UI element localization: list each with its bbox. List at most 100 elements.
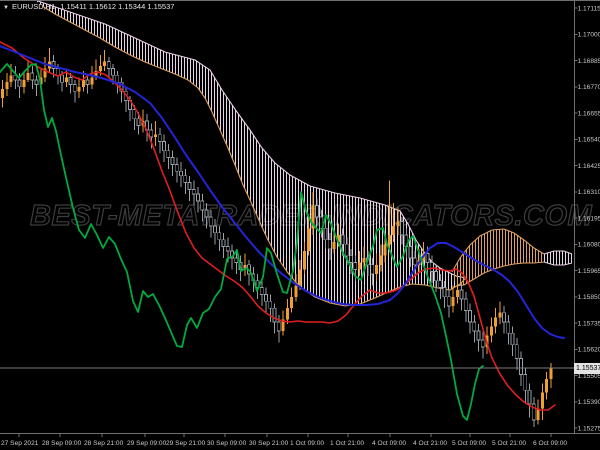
candle-bear [187,182,192,190]
candle-bear [514,344,519,359]
candle-bear [349,255,353,263]
candle-bull [98,66,102,71]
price-axis-label: 1.15275 [578,425,600,432]
candle-bear [344,243,349,257]
candle-bear [353,262,358,270]
candle-bear [115,74,120,83]
candle-bear [85,79,90,85]
candle-bear [217,232,222,241]
candle-bear [459,289,464,300]
candle-bear [480,339,485,348]
candle-bear [149,129,154,138]
candle-bull [498,312,502,318]
candle-bear [523,373,528,391]
candle-bull [549,368,553,379]
candle-bear [68,77,73,85]
time-axis-label: 6 Oct 09:00 [533,440,567,447]
candle-bear [55,68,60,76]
price-axis-label: 1.16425 [578,163,600,170]
time-axis-label: 30 Sep 09:00 [207,440,247,447]
candle-bear [221,239,226,247]
candle-bull [540,392,544,409]
candle-bear [34,79,39,85]
price-axis-label: 1.16195 [578,215,600,222]
candle-bull [5,82,9,90]
candle-bear [429,262,434,273]
candle-bear [327,239,332,250]
candle-bear [468,310,472,323]
price-axis-label: 1.16540 [578,137,600,144]
candle-bear [174,163,179,172]
candle-bear [425,252,430,263]
candle-bear [170,157,175,165]
candle-bear [264,294,268,302]
candle-bear [166,150,171,158]
candle-bear [17,79,22,88]
candle-bear [179,170,183,177]
candle-bear [213,225,217,234]
time-axis-label: 30 Sep 21:00 [249,440,289,447]
price-axis-label: 1.15965 [578,268,600,275]
candle-bear [200,200,205,211]
candle-bear [60,74,64,83]
candle-bear [463,298,468,311]
candle-bull [307,228,310,252]
candle-bull [332,241,336,249]
candle-bull [103,61,106,67]
price-axis-label: 1.16310 [578,189,600,196]
candle-bull [154,134,157,137]
price-axis-label: 1.16885 [578,58,600,65]
candle-bear [472,321,477,332]
candle-bear [72,84,77,92]
price-chart-canvas[interactable]: 1.17115 1.17000 1.16885 1.16770 1.16655 1.165… [0,0,600,450]
time-axis-label: 27 Sep 2021 [1,440,39,447]
candle-bear [234,257,239,263]
candle-bull [383,244,387,256]
time-axis-label: 5 Oct 21:00 [492,440,526,447]
price-axis-label: 1.16655 [578,110,600,117]
candle-bear [434,271,438,282]
candle-bull [375,264,378,274]
candle-bear [438,280,443,289]
candle-bear [370,264,375,275]
price-axis-label: 1.17000 [578,32,600,39]
time-axis-label: 1 Oct 21:00 [330,440,364,447]
time-axis-label: 4 Oct 21:00 [413,440,447,447]
time-axis[interactable]: 27 Sep 2021 28 Sep 09:00 28 Sep 21:00 29 Se… [1,434,567,447]
candle-bear [204,209,209,218]
candle-bull [290,296,293,309]
candle-bull [22,79,26,87]
price-axis-label: 1.15390 [578,399,600,406]
candle-bull [362,257,366,263]
candle-bull [494,317,497,327]
candle-bear [323,227,328,241]
time-axis-label: 29 Sep 09:00 [127,440,167,447]
candle-bear [510,332,515,346]
candle-bull [379,255,383,265]
candle-bull [294,285,298,297]
candle-bear [111,68,115,76]
candle-bear [132,109,137,120]
time-axis-label: 5 Oct 09:00 [452,440,486,447]
candle-bear [408,246,413,259]
candle-bull [90,77,94,85]
candle-bull [285,308,289,320]
candle-bull [358,262,361,270]
price-axis-label: 1.15735 [578,320,600,327]
price-axis-label: 1.15850 [578,294,600,301]
candle-bear [442,287,447,298]
time-axis-label: 4 Oct 09:00 [372,440,406,447]
candle-bear [183,175,188,184]
time-axis-label: 28 Sep 09:00 [42,440,82,447]
candle-bear [30,72,35,81]
price-axis-label: 1.17115 [578,5,600,12]
candle-bear [340,234,345,245]
candle-bull [545,378,548,393]
candle-bull [26,73,30,80]
candle-bull [489,326,493,336]
candle-bear [268,300,273,309]
price-axis-label: 1.16770 [578,84,600,91]
candle-bull [455,289,459,297]
time-axis-label: 1 Oct 09:00 [290,440,324,447]
candle-bull [9,75,13,83]
